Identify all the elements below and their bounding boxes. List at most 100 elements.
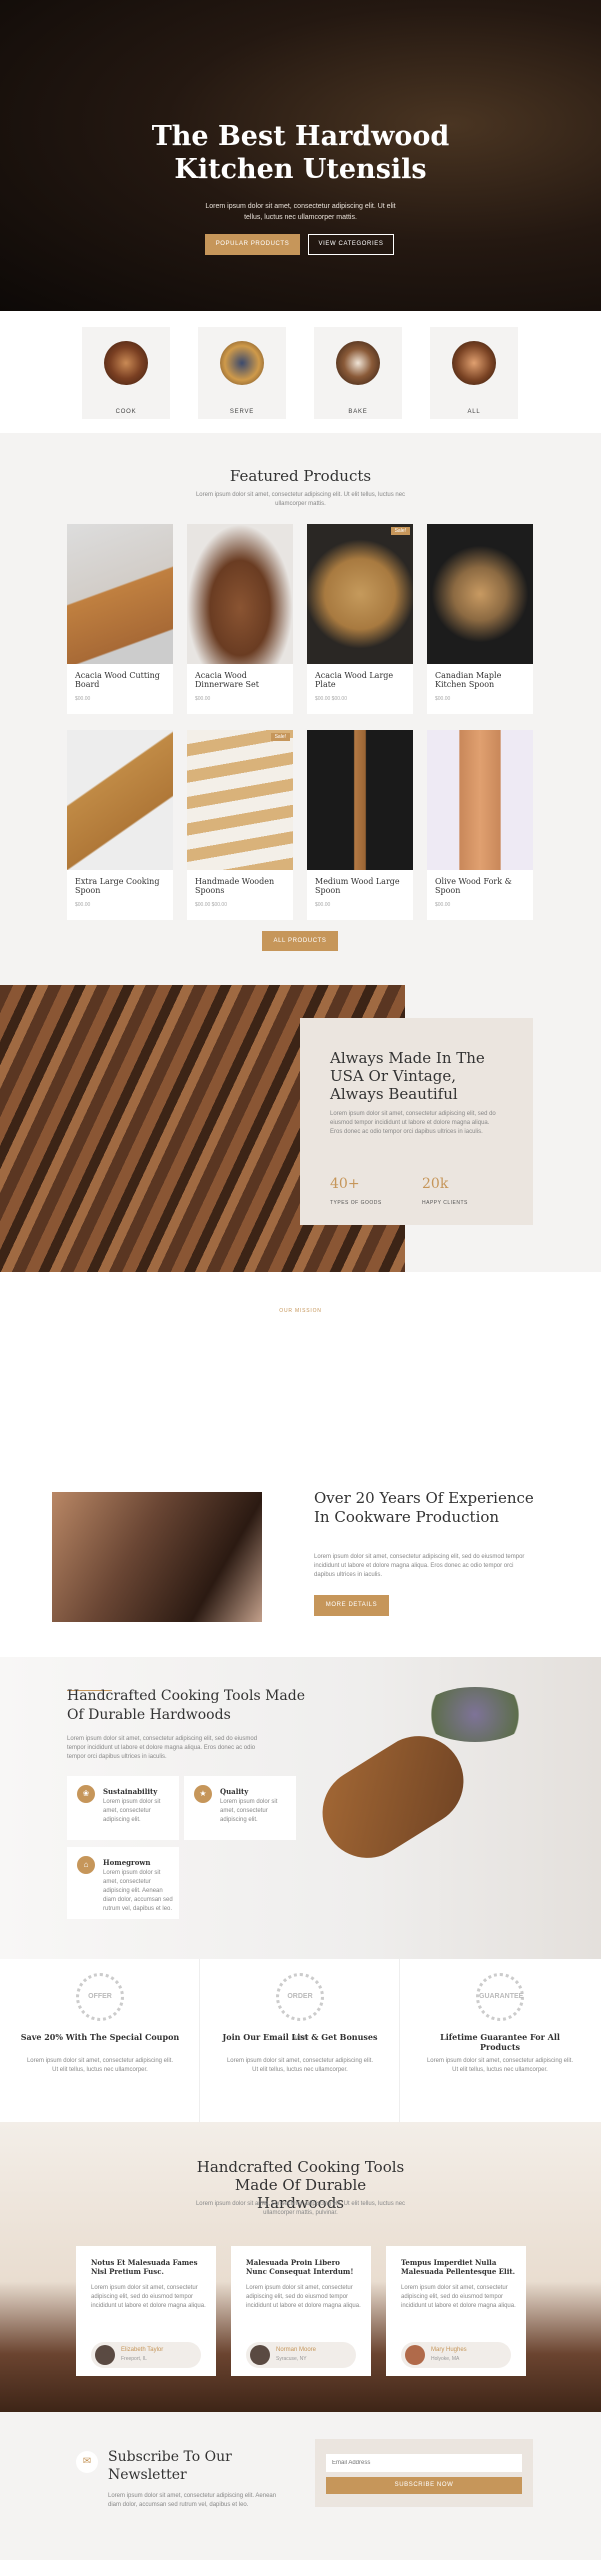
product-image[interactable] <box>67 524 173 664</box>
product-image[interactable] <box>427 730 533 870</box>
view-categories-button[interactable]: VIEW CATEGORIES <box>308 234 394 255</box>
promo-text: Lorem ipsum dolor sit amet, consectetur … <box>226 2058 374 2073</box>
testimonial-title: Tempus Imperdiet Nulla Malesuada Pellent… <box>401 2258 516 2276</box>
category-label: SERVE <box>229 409 255 415</box>
product-card[interactable]: Sale! Handmade Wooden Spoons $00.00 $00.… <box>187 730 293 920</box>
testimonial-card: Notus Et Malesuada Fames Nisl Pretium Fu… <box>76 2246 216 2376</box>
feature-title: Sustainability <box>103 1787 158 1796</box>
promo-text: Lorem ipsum dolor sit amet, consectetur … <box>426 2058 574 2073</box>
product-name[interactable]: Canadian Maple Kitchen Spoon <box>435 671 527 689</box>
product-image[interactable] <box>187 730 293 870</box>
avatar <box>95 2345 115 2365</box>
sale-badge: Sale! <box>390 527 410 535</box>
feature-sustainability: ❀ Sustainability Lorem ipsum dolor sit a… <box>67 1776 179 1840</box>
product-name[interactable]: Medium Wood Large Spoon <box>315 877 407 895</box>
featured-title: Featured Products <box>229 467 372 485</box>
product-price: $00.00 <box>435 902 451 908</box>
stat-clients-label: HAPPY CLIENTS <box>422 1200 468 1206</box>
email-input[interactable] <box>326 2454 522 2472</box>
product-card[interactable]: Acacia Wood Dinnerware Set $00.00 <box>187 524 293 714</box>
newsletter-title: Subscribe To Our Newsletter <box>108 2449 232 2483</box>
testimonial-card: Malesuada Proin Libero Nunc Consequat In… <box>231 2246 371 2376</box>
product-name[interactable]: Olive Wood Fork & Spoon <box>435 877 527 895</box>
product-name[interactable]: Extra Large Cooking Spoon <box>75 877 167 895</box>
product-price: $00.00 <box>195 696 211 702</box>
category-bake[interactable]: BAKE <box>314 327 402 419</box>
product-card[interactable]: Canadian Maple Kitchen Spoon $00.00 <box>427 524 533 714</box>
testimonial-card: Tempus Imperdiet Nulla Malesuada Pellent… <box>386 2246 526 2376</box>
testimonials-section: Handcrafted Cooking Tools Made Of Durabl… <box>0 2122 601 2412</box>
mission-title: Over 20 Years Of Experience In Cookware … <box>314 1489 534 1526</box>
author-name: Mary Hughes <box>431 2347 467 2353</box>
all-products-button[interactable]: ALL PRODUCTS <box>262 931 338 951</box>
featured-products-section: Featured Products Lorem ipsum dolor sit … <box>0 433 601 985</box>
subscribe-button[interactable]: SUBSCRIBE NOW <box>326 2477 522 2494</box>
testimonial-text: Lorem ipsum dolor sit amet, consectetur … <box>246 2285 361 2309</box>
handcrafted-title: Handcrafted Cooking Tools Made Of Durabl… <box>67 1688 306 1723</box>
woodturning-photo <box>52 1492 262 1622</box>
product-card[interactable]: Acacia Wood Cutting Board $00.00 <box>67 524 173 714</box>
product-price: $00.00 $00.00 <box>315 696 347 702</box>
product-name[interactable]: Acacia Wood Large Plate <box>315 671 407 689</box>
testimonial-title: Notus Et Malesuada Fames Nisl Pretium Fu… <box>91 2258 198 2276</box>
product-price: $00.00 $00.00 <box>195 902 227 908</box>
feature-text: Lorem ipsum dolor sit amet, consectetur … <box>220 1799 278 1823</box>
featured-subtitle: Lorem ipsum dolor sit amet, consectetur … <box>195 492 406 507</box>
promo-email-list: ORDER NOW Join Our Email List & Get Bonu… <box>200 1959 400 2122</box>
category-all-image <box>452 341 496 385</box>
product-image[interactable] <box>187 524 293 664</box>
author-location: Freeport, IL <box>121 2356 147 2362</box>
category-label: COOK <box>115 409 137 415</box>
testimonial-text: Lorem ipsum dolor sit amet, consectetur … <box>91 2285 206 2309</box>
author-name: Elizabeth Taylor <box>121 2347 164 2353</box>
product-card[interactable]: Medium Wood Large Spoon $00.00 <box>307 730 413 920</box>
leaf-icon: ❀ <box>77 1785 95 1803</box>
category-all[interactable]: ALL <box>430 327 518 419</box>
feature-text: Lorem ipsum dolor sit amet, consectetur … <box>103 1870 173 1912</box>
order-now-badge-icon: ORDER NOW <box>276 1973 324 2042</box>
product-image[interactable] <box>67 730 173 870</box>
more-details-button[interactable]: MORE DETAILS <box>314 1595 389 1616</box>
product-price: $00.00 <box>75 902 91 908</box>
sale-badge: Sale! <box>270 733 290 741</box>
product-image[interactable] <box>427 524 533 664</box>
mission-section: OUR MISSION Over 20 Years Of Experience … <box>0 1272 601 1657</box>
product-card[interactable]: Olive Wood Fork & Spoon $00.00 <box>427 730 533 920</box>
product-price: $00.00 <box>315 902 331 908</box>
made-in-usa-section: Always Made In The USA Or Vintage, Alway… <box>0 985 601 1272</box>
category-label: ALL <box>467 409 481 415</box>
product-name[interactable]: Acacia Wood Cutting Board <box>75 671 167 689</box>
hero-title-line-2: Kitchen Utensils <box>174 154 427 185</box>
handcrafted-text: Lorem ipsum dolor sit amet, consectetur … <box>67 1736 258 1760</box>
home-icon: ⌂ <box>77 1856 95 1874</box>
product-name[interactable]: Acacia Wood Dinnerware Set <box>195 671 287 689</box>
avatar <box>250 2345 270 2365</box>
product-card[interactable]: Sale! Acacia Wood Large Plate $00.00 $00… <box>307 524 413 714</box>
category-serve[interactable]: SERVE <box>198 327 286 419</box>
category-cook-image <box>104 341 148 385</box>
categories-section: COOK SERVE BAKE ALL <box>0 311 601 433</box>
stat-clients-value: 20k <box>422 1176 449 1192</box>
feature-title: Homegrown <box>103 1858 151 1867</box>
popular-products-button[interactable]: POPULAR PRODUCTS <box>205 234 300 255</box>
testimonial-author: Mary Hughes Holyoke, MA <box>401 2342 511 2368</box>
mail-icon: ✉ <box>76 2451 98 2473</box>
feature-title: Quality <box>220 1787 249 1796</box>
stat-types-value: 40+ <box>330 1176 360 1192</box>
product-card[interactable]: Extra Large Cooking Spoon $00.00 <box>67 730 173 920</box>
mission-text: Lorem ipsum dolor sit amet, consectetur … <box>314 1554 525 1578</box>
author-location: Holyoke, MA <box>431 2356 460 2362</box>
newsletter-text: Lorem ipsum dolor sit amet, consectetur … <box>108 2493 277 2508</box>
stat-types-label: TYPES OF GOODS <box>330 1200 382 1206</box>
avatar <box>405 2345 425 2365</box>
usa-info-card: Always Made In The USA Or Vintage, Alway… <box>300 1018 533 1225</box>
product-image[interactable] <box>307 524 413 664</box>
product-image[interactable] <box>307 730 413 870</box>
category-cook[interactable]: COOK <box>82 327 170 419</box>
feature-quality: ★ Quality Lorem ipsum dolor sit amet, co… <box>184 1776 296 1840</box>
promo-text: Lorem ipsum dolor sit amet, consectetur … <box>26 2058 174 2073</box>
newsletter-section: ✉ Subscribe To Our Newsletter Lorem ipsu… <box>0 2412 601 2560</box>
author-location: Syracuse, NY <box>276 2356 307 2362</box>
product-name[interactable]: Handmade Wooden Spoons <box>195 877 287 895</box>
offer-badge-icon: OFFER <box>76 1973 124 2021</box>
